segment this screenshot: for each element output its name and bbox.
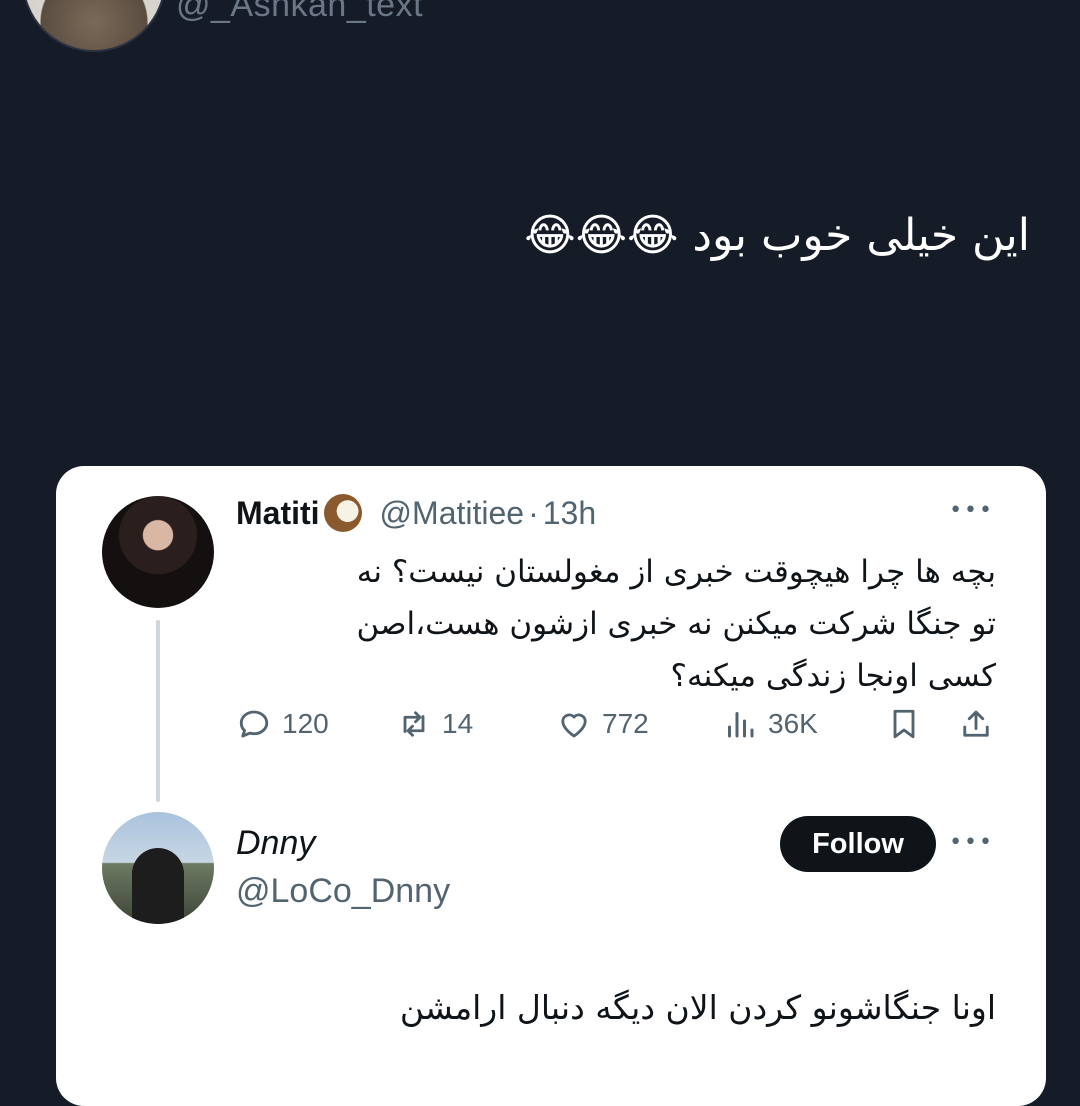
views-icon (728, 712, 754, 738)
like-icon (561, 713, 587, 738)
reply-count: 120 (282, 708, 329, 739)
reply-button[interactable]: 120 (236, 706, 329, 742)
retweet-count: 14 (442, 708, 474, 739)
post-author-name[interactable]: Matiti (236, 495, 320, 532)
coconut-icon (323, 494, 362, 532)
post-author-handle[interactable]: @Matitiee (380, 495, 525, 532)
reply-author-handle[interactable]: @LoCo_Dnny (236, 872, 450, 911)
share-button[interactable] (958, 706, 994, 742)
reply-body: اونا جنگاشونو کردن الان دیگه دنبال ارامش… (399, 988, 996, 1027)
follow-button[interactable]: Follow (780, 816, 936, 872)
reply-author-name[interactable]: Dnny (236, 824, 315, 863)
reply-icon (239, 710, 269, 738)
action-bar: 120 14 772 36K (236, 706, 996, 756)
post-line: بچه ها چرا هیچوقت خبری از مغولستان نیست؟… (356, 554, 996, 590)
more-icon[interactable]: ••• (949, 830, 994, 855)
separator-dot: · (528, 494, 539, 531)
bookmark-icon (893, 709, 915, 739)
dnny-avatar[interactable] (102, 812, 214, 924)
caption-text: این خیلی خوب بود 😂😂😂 (524, 210, 1030, 261)
more-icon[interactable]: ••• (949, 498, 994, 523)
views-count: 36K (768, 708, 818, 739)
post-card[interactable]: Matiti @Matitiee · 13h ••• بچه ها چرا هی… (56, 466, 1046, 1106)
thread-line (156, 620, 160, 802)
bookmark-button[interactable] (886, 706, 922, 742)
matiti-avatar[interactable] (102, 496, 214, 608)
author-handle: @_Ashkan_text (176, 0, 424, 24)
post-body: بچه ها چرا هیچوقت خبری از مغولستان نیست؟… (236, 546, 996, 702)
post-line: تو جنگا شرکت میکنن نه خبری ازشون هست،اصن (356, 606, 996, 642)
like-button[interactable]: 772 (556, 706, 649, 742)
views-button[interactable]: 36K (722, 706, 818, 742)
share-icon (963, 710, 989, 737)
retweet-icon (403, 711, 425, 737)
retweet-button[interactable]: 14 (396, 706, 473, 742)
post-line: کسی اونجا زندگی میکنه؟ (670, 658, 996, 694)
like-count: 772 (602, 708, 649, 739)
post-header: Matiti @Matitiee · 13h (236, 494, 596, 532)
post-time[interactable]: 13h (543, 495, 596, 532)
author-avatar[interactable] (22, 0, 166, 52)
